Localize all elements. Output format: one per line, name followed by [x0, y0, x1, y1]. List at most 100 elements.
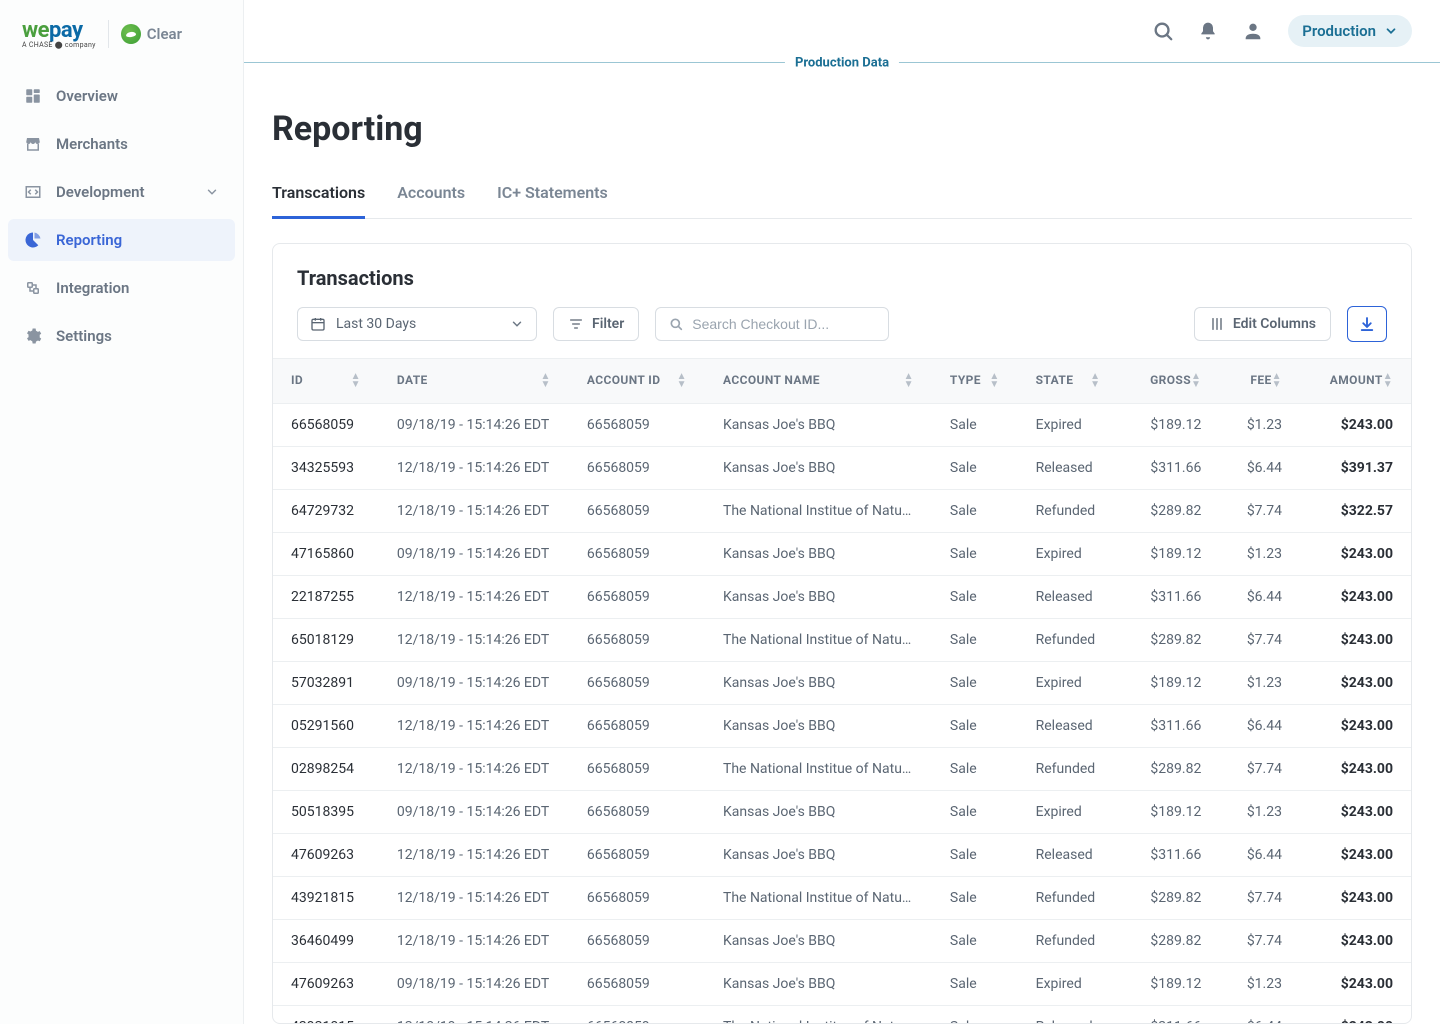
cell-date: 12/18/19 - 15:14:26 EDT	[379, 877, 569, 920]
sidebar-item-reporting[interactable]: Reporting	[8, 219, 235, 261]
store-icon	[24, 135, 42, 153]
code-icon	[24, 183, 42, 201]
col-state[interactable]: STATE▲▼	[1018, 359, 1119, 404]
environment-label: Production	[1302, 22, 1376, 40]
cell-fee: $6.44	[1219, 576, 1300, 619]
edit-columns-button[interactable]: Edit Columns	[1194, 307, 1331, 341]
table-row[interactable]: 4716586009/18/19 - 15:14:26 EDT66568059K…	[273, 533, 1411, 576]
cell-state: Expired	[1018, 791, 1119, 834]
transactions-table: ID▲▼DATE▲▼ACCOUNT ID▲▼ACCOUNT NAME▲▼TYPE…	[273, 358, 1411, 1023]
tab-transcations[interactable]: Transcations	[272, 173, 365, 219]
user-icon[interactable]	[1242, 20, 1264, 42]
table-wrap[interactable]: ID▲▼DATE▲▼ACCOUNT ID▲▼ACCOUNT NAME▲▼TYPE…	[273, 358, 1411, 1023]
table-row[interactable]: 6656805909/18/19 - 15:14:26 EDT66568059K…	[273, 404, 1411, 447]
wepay-logo: wepay A CHASE ⬤ company	[22, 18, 96, 49]
cell-gross: $289.82	[1118, 748, 1219, 791]
cell-id: 65018129	[273, 619, 379, 662]
search-wrap[interactable]	[655, 307, 889, 341]
table-row[interactable]: 5051839509/18/19 - 15:14:26 EDT66568059K…	[273, 791, 1411, 834]
table-row[interactable]: 5703289109/18/19 - 15:14:26 EDT66568059K…	[273, 662, 1411, 705]
col-amount[interactable]: AMOUNT▲▼	[1300, 359, 1411, 404]
card-header: Transactions Last 30 Days	[273, 244, 1411, 358]
cell-amount: $243.00	[1300, 963, 1411, 1006]
col-account-id[interactable]: ACCOUNT ID▲▼	[569, 359, 705, 404]
cell-state: Refunded	[1018, 877, 1119, 920]
bell-icon[interactable]	[1198, 20, 1218, 42]
cell-amount: $243.00	[1300, 877, 1411, 920]
tab-ic-statements[interactable]: IC+ Statements	[497, 173, 608, 218]
cell-amount: $243.00	[1300, 920, 1411, 963]
cell-fee: $6.44	[1219, 447, 1300, 490]
sidebar-item-overview[interactable]: Overview	[8, 75, 235, 117]
cell-gross: $189.12	[1118, 963, 1219, 1006]
col-fee[interactable]: FEE▲▼	[1219, 359, 1300, 404]
sidebar-item-merchants[interactable]: Merchants	[8, 123, 235, 165]
col-label: FEE	[1250, 373, 1271, 387]
cell-amount: $243.00	[1300, 662, 1411, 705]
cell-state: Expired	[1018, 404, 1119, 447]
table-row[interactable]: 3646049912/18/19 - 15:14:26 EDT66568059K…	[273, 920, 1411, 963]
cell-type: Sale	[932, 447, 1018, 490]
cell-type: Sale	[932, 705, 1018, 748]
table-row[interactable]: 4392181512/18/19 - 15:14:26 EDT66568059T…	[273, 877, 1411, 920]
cell-type: Sale	[932, 490, 1018, 533]
cell-account_name: Kansas Joe's BBQ	[705, 705, 932, 748]
table-row[interactable]: 2218725512/18/19 - 15:14:26 EDT66568059K…	[273, 576, 1411, 619]
download-button[interactable]	[1347, 306, 1387, 342]
cell-id: 02898254	[273, 748, 379, 791]
sort-icon: ▲▼	[351, 373, 361, 389]
cell-date: 12/18/19 - 15:14:26 EDT	[379, 705, 569, 748]
cell-date: 12/18/19 - 15:14:26 EDT	[379, 490, 569, 533]
table-row[interactable]: 4760926312/18/19 - 15:14:26 EDT66568059K…	[273, 834, 1411, 877]
table-row[interactable]: 6472973212/18/19 - 15:14:26 EDT66568059T…	[273, 490, 1411, 533]
table-row[interactable]: 0289825412/18/19 - 15:14:26 EDT66568059T…	[273, 748, 1411, 791]
col-label: STATE	[1036, 373, 1074, 387]
search-input[interactable]	[692, 316, 876, 332]
col-account-name[interactable]: ACCOUNT NAME▲▼	[705, 359, 932, 404]
table-row[interactable]: 6501812912/18/19 - 15:14:26 EDT66568059T…	[273, 619, 1411, 662]
cell-account_id: 66568059	[569, 662, 705, 705]
download-icon	[1358, 315, 1376, 333]
cell-gross: $311.66	[1118, 705, 1219, 748]
col-date[interactable]: DATE▲▼	[379, 359, 569, 404]
cell-account_id: 66568059	[569, 533, 705, 576]
cell-type: Sale	[932, 533, 1018, 576]
sort-icon: ▲▼	[904, 373, 914, 389]
card-title: Transactions	[297, 266, 1387, 290]
table-row[interactable]: 3432559312/18/19 - 15:14:26 EDT66568059K…	[273, 447, 1411, 490]
col-gross[interactable]: GROSS▲▼	[1118, 359, 1219, 404]
table-row[interactable]: 4760926309/18/19 - 15:14:26 EDT66568059K…	[273, 963, 1411, 1006]
col-id[interactable]: ID▲▼	[273, 359, 379, 404]
clear-label: Clear	[147, 25, 182, 43]
sidebar-item-integration[interactable]: Integration	[8, 267, 235, 309]
chevron-down-icon	[205, 185, 219, 199]
transactions-card: Transactions Last 30 Days	[272, 243, 1412, 1024]
cell-account_name: The National Institue of Natural…	[705, 490, 932, 533]
cell-account_name: Kansas Joe's BBQ	[705, 920, 932, 963]
sidebar-item-development[interactable]: Development	[8, 171, 235, 213]
table-row[interactable]: 0529156012/18/19 - 15:14:26 EDT66568059K…	[273, 705, 1411, 748]
cell-account_name: The National Institue of Natural…	[705, 619, 932, 662]
cell-state: Expired	[1018, 963, 1119, 1006]
environment-selector[interactable]: Production	[1288, 15, 1412, 47]
table-row[interactable]: 4392181512/18/19 - 15:14:26 EDT66568059T…	[273, 1006, 1411, 1024]
cell-account_id: 66568059	[569, 963, 705, 1006]
filter-button[interactable]: Filter	[553, 307, 639, 341]
sidebar-item-settings[interactable]: Settings	[8, 315, 235, 357]
tab-accounts[interactable]: Accounts	[397, 173, 465, 218]
dashboard-icon	[24, 87, 42, 105]
cell-id: 05291560	[273, 705, 379, 748]
cell-type: Sale	[932, 877, 1018, 920]
cell-gross: $289.82	[1118, 490, 1219, 533]
brand-divider	[108, 20, 109, 48]
date-range-select[interactable]: Last 30 Days	[297, 307, 537, 341]
cell-amount: $322.57	[1300, 490, 1411, 533]
edit-columns-label: Edit Columns	[1233, 316, 1316, 332]
search-icon[interactable]	[1152, 20, 1174, 42]
sidebar: wepay A CHASE ⬤ company Clear Overview Me…	[0, 0, 244, 1024]
sidebar-item-label: Development	[56, 183, 145, 201]
sidebar-item-label: Reporting	[56, 231, 122, 249]
cell-amount: $243.00	[1300, 576, 1411, 619]
col-type[interactable]: TYPE▲▼	[932, 359, 1018, 404]
cell-gross: $311.66	[1118, 834, 1219, 877]
